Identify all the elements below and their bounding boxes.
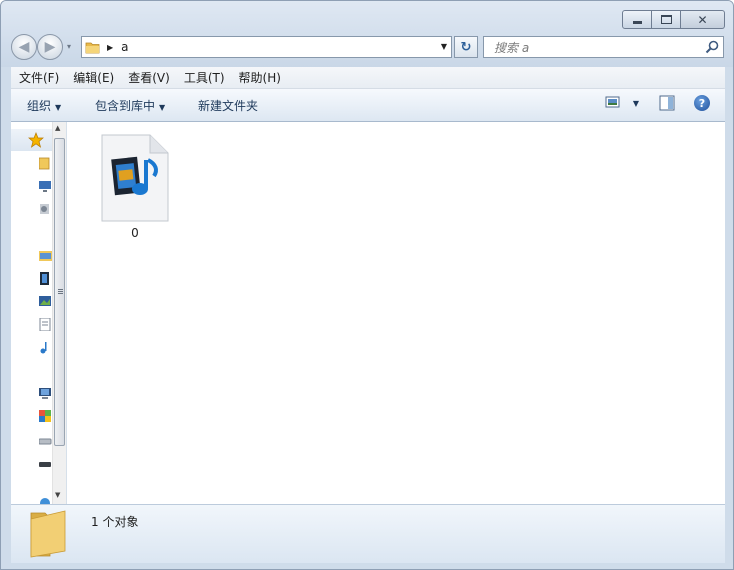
maximize-button[interactable] [652, 10, 681, 29]
forward-button[interactable]: ▶ [37, 34, 63, 60]
menu-help[interactable]: 帮助(H) [231, 69, 287, 86]
close-button[interactable]: ✕ [681, 10, 725, 29]
search-icon[interactable] [705, 40, 719, 54]
scroll-up-icon[interactable]: ▲ [55, 124, 60, 132]
view-dropdown-icon[interactable]: ▼ [633, 99, 639, 108]
details-pane: 1 个对象 [11, 504, 725, 563]
recent-pages-dropdown[interactable]: ▾ [67, 42, 71, 51]
include-in-library-dropdown-icon: ▼ [159, 103, 166, 112]
content-area: ▲ ▼ 0 [11, 122, 725, 504]
menu-edit[interactable]: 编辑(E) [65, 69, 120, 86]
nav-item-favorites[interactable] [11, 129, 52, 151]
item-count: 1 个对象 [91, 515, 139, 529]
file-name: 0 [131, 226, 139, 240]
folder-icon [85, 42, 100, 53]
organize-label: 组织 [27, 99, 52, 113]
new-folder-button[interactable]: 新建文件夹 [198, 97, 258, 114]
back-arrow-icon: ◀ [18, 39, 30, 55]
scrollbar-grip [58, 289, 63, 290]
computer-icon[interactable] [39, 387, 52, 400]
menu-view[interactable]: 查看(V) [120, 69, 176, 86]
help-icon: ? [698, 96, 706, 110]
caption-buttons: ✕ [622, 10, 725, 29]
breadcrumb-separator-icon[interactable]: ▶ [107, 43, 113, 52]
preview-pane-icon [659, 95, 675, 111]
address-bar[interactable]: ▶ a ▼ [81, 36, 452, 58]
maximize-icon [660, 15, 672, 24]
favorites-star-icon [28, 132, 44, 148]
recent-places-icon[interactable] [39, 203, 52, 216]
drive-icon[interactable] [39, 433, 52, 446]
view-options-icon [605, 96, 620, 108]
preview-pane-button[interactable] [659, 95, 675, 114]
organize-dropdown-icon: ▼ [55, 103, 62, 112]
network-icon[interactable] [39, 497, 52, 504]
organize-button[interactable]: 组织 ▼ [27, 97, 61, 114]
explorer-window: ✕ ◀ ▶ ▾ ▶ a ▼ ↻ 搜索 a 文件(F) 编辑(E) 查看(V) 工 [0, 0, 734, 570]
navigation-buttons: ◀ ▶ ▾ [11, 34, 71, 60]
desktop-icon[interactable] [39, 180, 52, 193]
file-item[interactable]: 0 [87, 130, 183, 245]
file-list: 0 [67, 122, 725, 504]
videos-icon[interactable] [39, 272, 52, 285]
music-icon[interactable] [39, 341, 52, 354]
folder-icon [30, 510, 66, 558]
forward-arrow-icon: ▶ [44, 39, 56, 55]
libraries-icon[interactable] [39, 249, 52, 262]
breadcrumb-folder-a[interactable]: a [121, 40, 128, 54]
scrollbar-thumb[interactable] [54, 138, 65, 446]
search-box[interactable]: 搜索 a [483, 36, 724, 58]
help-button[interactable]: ? [694, 95, 710, 111]
drive-icon[interactable] [39, 456, 52, 469]
close-icon: ✕ [697, 12, 708, 27]
documents-icon[interactable] [39, 318, 52, 331]
local-disk-icon[interactable] [39, 410, 52, 423]
command-bar: 组织 ▼ 包含到库中 ▼ 新建文件夹 ▼ ? [11, 89, 725, 122]
search-input[interactable]: 搜索 a [494, 39, 529, 56]
menu-bar: 文件(F) 编辑(E) 查看(V) 工具(T) 帮助(H) [11, 67, 725, 89]
folder-icon[interactable] [39, 157, 52, 170]
menu-tools[interactable]: 工具(T) [176, 69, 231, 86]
navigation-pane: ▲ ▼ [11, 122, 67, 504]
address-dropdown-button[interactable]: ▼ [441, 42, 447, 51]
change-view-button[interactable]: ▼ [605, 95, 639, 112]
back-button[interactable]: ◀ [11, 34, 37, 60]
minimize-icon [632, 20, 642, 24]
media-file-icon [101, 134, 169, 222]
menu-file[interactable]: 文件(F) [11, 69, 65, 86]
refresh-icon: ↻ [460, 39, 472, 55]
refresh-button[interactable]: ↻ [454, 36, 478, 58]
include-in-library-label: 包含到库中 [95, 99, 156, 113]
pictures-icon[interactable] [39, 295, 52, 308]
include-in-library-button[interactable]: 包含到库中 ▼ [95, 97, 165, 114]
nav-pane-scrollbar[interactable]: ▲ ▼ [52, 122, 66, 504]
scroll-down-icon[interactable]: ▼ [55, 491, 60, 499]
minimize-button[interactable] [622, 10, 652, 29]
